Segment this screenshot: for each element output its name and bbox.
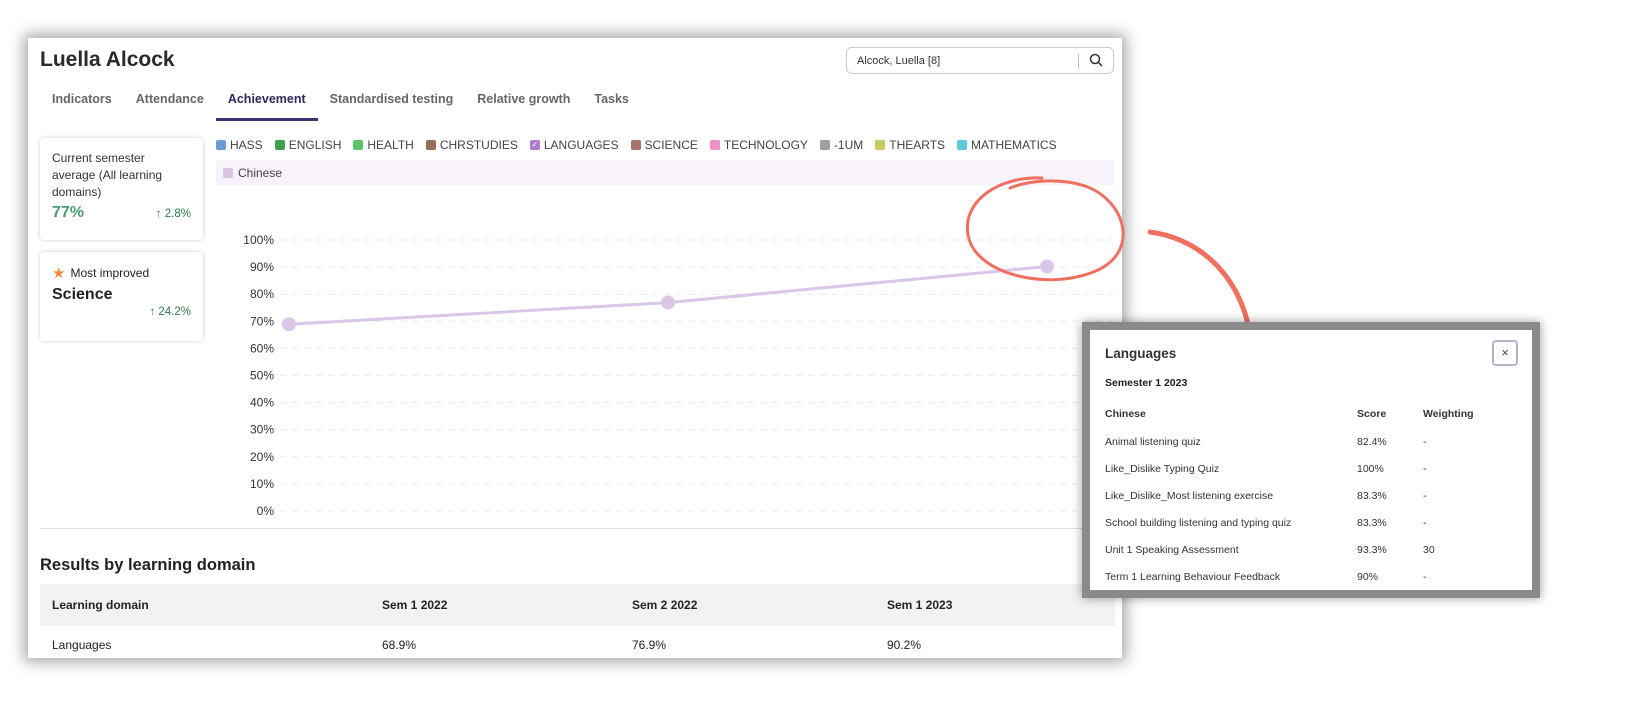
table-cell: 83.3% — [1357, 489, 1387, 502]
table-cell: 30 — [1423, 543, 1435, 556]
table-cell: Like_Dislike Typing Quiz — [1105, 462, 1220, 475]
table-row: Unit 1 Speaking Assessment 93.3% 30 — [1105, 536, 1493, 563]
assessment-table: Chinese Score Weighting Animal listening qu… — [1105, 400, 1493, 590]
table-cell: 83.3% — [1357, 516, 1387, 529]
table-row: Term 1 Learning Behaviour Feedback 90% - — [1105, 563, 1493, 590]
assessment-details-popup: Languages × Semester 1 2023 Chinese Score… — [1082, 322, 1540, 598]
table-cell: 82.4% — [1357, 435, 1387, 448]
table-cell: - — [1423, 435, 1427, 448]
column-header: Weighting — [1423, 408, 1474, 420]
table-cell: Unit 1 Speaking Assessment — [1105, 543, 1239, 556]
table-cell: 100% — [1357, 462, 1384, 475]
table-cell: - — [1423, 462, 1427, 475]
table-cell: Like_Dislike_Most listening exercise — [1105, 489, 1274, 502]
popup-title: Languages — [1105, 346, 1177, 361]
table-cell: School building listening and typing qui… — [1105, 516, 1292, 529]
column-header: Chinese — [1105, 408, 1146, 420]
table-header-row: Chinese Score Weighting — [1105, 400, 1493, 428]
table-row: Like_Dislike Typing Quiz 100% - — [1105, 455, 1493, 482]
table-cell: Term 1 Learning Behaviour Feedback — [1105, 570, 1281, 583]
table-row: Like_Dislike_Most listening exercise 83.3… — [1105, 482, 1493, 509]
table-cell: 93.3% — [1357, 543, 1387, 556]
table-cell: 90% — [1357, 570, 1379, 583]
popup-semester: Semester 1 2023 — [1105, 377, 1188, 389]
annotation-circle — [965, 176, 1125, 282]
table-cell: - — [1423, 489, 1427, 502]
column-header: Score — [1357, 408, 1387, 420]
table-cell: Animal listening quiz — [1105, 435, 1201, 448]
close-button[interactable]: × — [1492, 340, 1518, 366]
table-row: Animal listening quiz 82.4% - — [1105, 428, 1493, 455]
table-cell: - — [1423, 570, 1427, 583]
table-cell: - — [1423, 516, 1427, 529]
table-row: School building listening and typing qui… — [1105, 509, 1493, 536]
